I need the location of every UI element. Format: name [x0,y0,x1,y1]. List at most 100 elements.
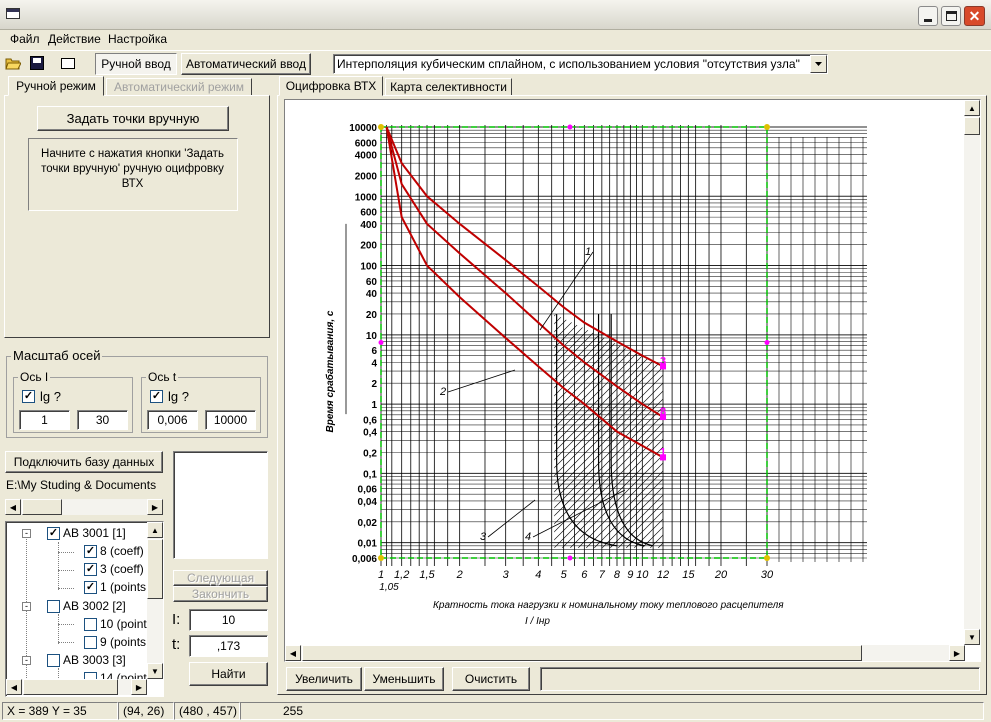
scroll-up-icon[interactable]: ▲ [147,522,163,538]
close-button[interactable]: ✕ [964,6,985,26]
window-icon[interactable] [61,58,75,69]
chart-image[interactable]: 381123 4100006000400020001000600400200100… [285,100,965,645]
scroll-left-icon[interactable]: ◀ [6,679,22,695]
zoom-in-button[interactable]: Увеличить [286,667,362,691]
scroll-left-icon[interactable]: ◀ [285,645,301,661]
hatch-line [657,313,664,548]
scroll-thumb[interactable] [302,645,862,661]
scroll-down-icon[interactable]: ▼ [964,629,980,645]
auto-input-button[interactable]: Автоматический ввод [181,53,311,75]
scroll-right-icon[interactable]: ▶ [147,499,163,515]
axis-i-lg-checkbox[interactable]: ✓ [22,390,35,403]
scroll-right-icon[interactable]: ▶ [131,679,147,695]
t-input[interactable]: ,173 [189,635,268,657]
tree-checkbox[interactable] [84,636,97,649]
x-tick-label: 6 [581,569,588,581]
mid-marker [567,555,573,561]
manual-input-button[interactable]: Ручной ввод [95,53,177,75]
tree-node-label[interactable]: 9 (points [100,635,146,649]
axis-i-max-input[interactable]: 30 [77,410,128,430]
scroll-thumb[interactable] [964,117,980,135]
tab-selectivity[interactable]: Карта селективности [385,78,512,96]
mid-marker [764,340,770,345]
save-icon[interactable] [30,56,44,70]
hatch-line [754,314,965,548]
chevron-down-icon[interactable] [810,55,827,73]
hatch-line [554,313,664,548]
tree-checkbox[interactable]: ✓ [47,527,60,540]
tree-node-label[interactable]: 10 (point [100,617,147,631]
tree-node-label[interactable]: АВ 3001 [1] [63,526,126,540]
i-input[interactable]: 10 [189,609,268,631]
find-button[interactable]: Найти [189,662,268,686]
tree-checkbox[interactable] [47,600,60,613]
tree-node-label[interactable]: 8 (coeff) [100,544,144,558]
maximize-button[interactable] [941,6,961,26]
scroll-left-icon[interactable]: ◀ [5,499,21,515]
x-tick-label: 1 [378,569,384,581]
scroll-down-icon[interactable]: ▼ [147,663,163,679]
chart-viewport[interactable]: 3 8 1 1 2 3 4 10000 6000 4000 2000 1000 600 400 200 100… [284,99,981,662]
axis-t-max-input[interactable]: 10000 [205,410,256,430]
open-icon[interactable] [5,56,22,70]
chart-hscrollbar[interactable]: ◀ ▶ [285,645,965,661]
next-button[interactable]: Следующая [173,570,268,586]
connect-db-button[interactable]: Подключить базу данных [5,451,163,473]
tree-node-label[interactable]: 3 (coeff) [100,562,144,576]
clear-button[interactable]: Очистить [452,667,530,691]
y-tick-label: 1 [371,400,377,411]
y-tick-label: 60 [366,277,378,288]
menu-action[interactable]: Действие [48,32,101,46]
minimize-button[interactable] [918,6,938,26]
tree-checkbox[interactable]: ✓ [84,563,97,576]
y-tick-label: 0,4 [363,428,377,439]
tree-node-label[interactable]: АВ 3003 [3] [63,653,126,667]
tab-auto-mode[interactable]: Автоматический режим [106,78,252,96]
tree-expander[interactable]: - [22,602,31,611]
chart-vscrollbar[interactable]: ▲ ▼ [964,100,980,645]
hatch-line [554,313,664,548]
y-tick-label: 0,01 [358,539,378,550]
scroll-thumb[interactable] [22,499,62,515]
status-value: 255 [240,702,984,720]
hatch-line [738,314,965,548]
x-tick-label: 1,5 [419,569,435,581]
tree-checkbox[interactable] [47,654,60,667]
tab-digitize[interactable]: Оцифровка ВТХ [279,76,383,96]
tree-node-label[interactable]: АВ 3002 [2] [63,599,126,613]
hatch-line [633,313,664,548]
menu-file[interactable]: Файл [10,32,40,46]
callout-line [447,369,516,393]
hatch-line [554,313,664,548]
tree-expander[interactable]: - [22,529,31,538]
y-tick-label: 0,1 [363,469,377,480]
scroll-right-icon[interactable]: ▶ [949,645,965,661]
axis-t-min-input[interactable]: 0,006 [147,410,198,430]
scroll-up-icon[interactable]: ▲ [964,100,980,116]
axis-t-lg-checkbox[interactable]: ✓ [150,390,163,403]
scroll-thumb[interactable] [147,539,163,599]
y-tick-label: 0,006 [352,554,377,565]
tree-hscrollbar[interactable]: ◀ ▶ [6,679,147,695]
tree-vscrollbar[interactable]: ▲ ▼ [147,522,163,679]
x-sub-label: 1,05 [379,582,399,593]
tree-checkbox[interactable]: ✓ [84,581,97,594]
scroll-thumb[interactable] [23,679,118,695]
finish-button[interactable]: Закончить [173,586,268,602]
tree-checkbox[interactable]: ✓ [84,545,97,558]
tree-checkbox[interactable] [84,618,97,631]
set-points-button[interactable]: Задать точки вручную [37,106,229,131]
hatch-line [714,314,948,548]
tab-manual-mode[interactable]: Ручной режим [8,76,104,96]
interpolation-select[interactable]: Интерполяция кубическим сплайном, с испо… [333,54,828,74]
title-bar: ✕ [0,0,991,30]
menu-settings[interactable]: Настройка [108,32,167,46]
zoom-out-button[interactable]: Уменьшить [364,667,444,691]
tree-view[interactable]: - ✓ АВ 3001 [1] ✓ 8 (coeff) ✓ 3 (coeff) … [5,521,164,697]
path-scrollbar[interactable]: ◀ ▶ [5,499,163,515]
axes-scale-title: Масштаб осей [11,348,103,363]
axis-i-min-input[interactable]: 1 [19,410,70,430]
tree-expander[interactable]: - [22,656,31,665]
tree-node-label[interactable]: 1 (points [100,580,146,594]
x-tick-label: 20 [714,569,728,581]
